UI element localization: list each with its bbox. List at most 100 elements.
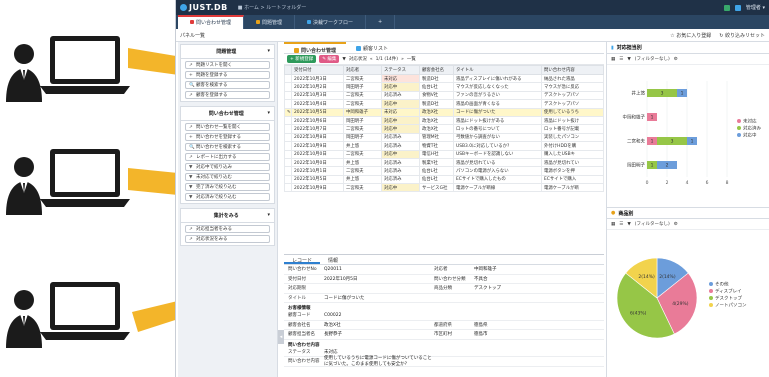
notification-icon[interactable] — [734, 4, 741, 11]
sidebar-button[interactable]: ↗ レポートに出力する — [185, 153, 270, 161]
field-value[interactable]: 徳島市 — [474, 331, 488, 337]
settings-icon[interactable]: ⚙ — [674, 222, 678, 227]
grid-icon[interactable]: ▦ — [611, 57, 615, 62]
table-cell: 液晶の画面が青くなる — [453, 99, 542, 109]
table-row[interactable]: 2022年10月7日 二宮和夫 対応中 政治X社 ロットの番号について ロット番号が記載 — [284, 124, 604, 134]
field-label: 顧客コード — [288, 313, 311, 319]
table-icon[interactable]: ☰ — [619, 222, 623, 227]
tab-issue[interactable]: 問題管理 — [244, 15, 296, 29]
field-value[interactable]: Q20011 — [324, 267, 434, 272]
legend-swatch — [709, 289, 713, 293]
sidebar-button[interactable]: ▼ 完了済みで絞り込む — [185, 183, 270, 191]
column-header[interactable]: 対応者 — [343, 65, 382, 75]
tab-inquiry-list[interactable]: 問い合わせ管理 — [284, 42, 347, 54]
edit-button[interactable]: ✎ 編集 — [319, 55, 340, 63]
table-row[interactable]: 2022年10月5日 井上悠 対応済み 仙台L社 ECサイトで購入したもの ECサイトで購… — [284, 174, 604, 185]
app-logo[interactable]: JUST.DB — [180, 3, 228, 12]
sidebar-button[interactable]: ▼ 対応中で絞り込み — [185, 163, 270, 171]
chart-filter-select[interactable]: (フィルターなし) — [635, 221, 670, 227]
table-row[interactable]: 2022年10月0日 井上悠 対応済み 製業Y社 液晶が見切れている 液晶が見切れてい — [284, 157, 604, 168]
prev-page-button[interactable]: « — [370, 57, 373, 62]
table-row[interactable]: 2022年10月2日 岡田明子 対応中 仙台L社 マウスが反応しなくなった マウスが急に反… — [284, 82, 604, 92]
chart-filter-select[interactable]: (フィルターなし) — [635, 56, 670, 62]
filter-icon[interactable]: ▼ — [627, 222, 630, 227]
table-cell: 2022年10月5日 — [291, 174, 344, 185]
filter-icon[interactable]: ▼ — [342, 57, 345, 62]
field-value[interactable]: 徳島県 — [474, 322, 488, 328]
column-header[interactable]: 受付日付 — [291, 65, 344, 75]
table-cell: 井上悠 — [343, 174, 382, 185]
table-cell: 2022年10月6日 — [291, 115, 344, 126]
field-value[interactable]: 2022年10月5日 — [324, 276, 434, 282]
status-filter-select[interactable]: 対応状況 — [349, 56, 367, 62]
field-value[interactable]: デスクトップ — [474, 285, 501, 291]
sidebar-button[interactable]: ▼ 未対応で絞り込む — [185, 173, 270, 181]
sidebar-button[interactable]: + 問い合わせを登録する — [185, 133, 270, 141]
sidebar-button[interactable]: ▼ 対応済みで絞り込む — [185, 193, 270, 201]
field-value[interactable]: 中岡和雄子 — [474, 266, 497, 272]
table-row[interactable]: 2022年10月9日 井上悠 対応済み 物資T社 USB3.0に対応しているか? 外付けH… — [284, 141, 604, 151]
sidebar-button[interactable]: ↗ 問題リストを開く — [185, 61, 270, 69]
add-tab-button[interactable]: + — [366, 15, 396, 29]
settings-icon[interactable]: ⚙ — [674, 57, 678, 62]
field-value[interactable]: 不具合 — [474, 276, 488, 282]
column-header[interactable]: タイトル — [453, 65, 542, 75]
column-header[interactable]: 顧客会社名 — [419, 65, 454, 75]
filter-icon[interactable]: ▼ — [627, 57, 630, 62]
field-value[interactable]: コードに傷がついた — [324, 295, 434, 301]
sidebar-button[interactable]: 🔍 問い合わせを検索する — [185, 143, 270, 151]
bar-value-label: 3 — [661, 91, 664, 97]
view-select[interactable]: 一覧 — [407, 56, 416, 62]
section-title: 集計をみる — [213, 213, 239, 219]
sidebar-button[interactable]: ↗ 問い合わせ一覧を開く — [185, 123, 270, 131]
table-cell: デスクトップパソ — [541, 99, 604, 109]
sidebar-button[interactable]: ↗ 対応状況をみる — [185, 235, 270, 243]
chevron-down-icon[interactable]: ▾ — [267, 48, 270, 55]
table-row[interactable]: 2022年10月0日 二宮和夫 対応中 電信H社 USBキーボードを認識しない 購入したU… — [284, 149, 604, 159]
table-row[interactable]: 2022年10月9日 二宮和夫 対応中 サービスG社 電源ケーブルが断線 電源ケーブルが断 — [284, 183, 604, 193]
table-row[interactable]: 2022年10月1日 二宮和夫 対応済み 仙台L社 パソコンの電源が入らない 電源ボタンを… — [284, 166, 604, 176]
help-icon[interactable] — [723, 4, 730, 11]
tab-record[interactable]: レコード — [284, 255, 321, 264]
tab-info[interactable]: 情報 — [320, 255, 346, 264]
sidebar-button[interactable]: 🔍 顧客を検索する — [185, 81, 270, 89]
chevron-down-icon[interactable]: ▾ — [267, 212, 270, 219]
table-row[interactable]: 2022年10月4日 二宮和夫 対応中 製造D社 液晶の画面が青くなる デスクトップパソ — [284, 99, 604, 109]
column-header[interactable]: ステータス — [381, 65, 420, 75]
field-value[interactable]: 長野恭子 — [324, 331, 434, 337]
chevron-down-icon[interactable]: ▾ — [267, 110, 270, 117]
tab-inquiry[interactable]: 問い合わせ管理 — [178, 15, 245, 29]
table-row[interactable]: 2022年10月8日 岡田明子 対応済み 管理M社 弓数値から調査がない 実装したパソコン — [284, 132, 604, 143]
grid-icon[interactable]: ▦ — [611, 222, 615, 227]
field-value[interactable]: 未対応 — [324, 349, 434, 355]
table-row[interactable]: 2022年10月6日 岡田明子 対応中 政治X社 液晶にドット抜けがある 液晶にドット抜け — [284, 115, 604, 126]
sidebar-button[interactable]: ↗ 対応担当者をみる — [185, 225, 270, 233]
panel-list-button[interactable]: パネル一覧 — [180, 32, 205, 39]
table-cell: 製造D社 — [419, 99, 454, 109]
table-row[interactable]: ✎ 2022年10月5日 中岡和雄子 未対応 政治X社 コードに傷がついた 使用しているうち — [284, 107, 604, 117]
user-menu[interactable]: 管理者 ▾ — [746, 4, 765, 11]
legend-label: 対応中 — [743, 132, 757, 139]
x-tick-label: 2 — [666, 180, 669, 186]
table-cell: 政治X社 — [419, 115, 454, 126]
bar-value-label: 1 — [651, 163, 654, 169]
column-header[interactable] — [284, 65, 292, 75]
table-icon[interactable]: ☰ — [619, 57, 623, 62]
tab-customer-list[interactable]: 顧客リスト — [346, 42, 398, 53]
table-row[interactable]: 2022年10月3日 二宮和夫 未対応 製造D社 液晶ディスプレイに傷いれがある 納品され… — [284, 73, 604, 84]
tab-workflow[interactable]: 決裁ワークフロー — [295, 15, 367, 29]
bar-value-label: 1 — [651, 139, 654, 145]
sidebar-button[interactable]: + 問題を登録する — [185, 71, 270, 79]
new-record-button[interactable]: + 新規登録 — [287, 55, 317, 63]
favorite-button[interactable]: ☆ お気に入り登録 — [670, 32, 711, 39]
field-value[interactable]: C00022 — [324, 313, 434, 318]
breadcrumb[interactable]: ■ ホーム > ルートフォルダー — [238, 4, 307, 11]
reset-filter-button[interactable]: ↻ 絞り込みリセット — [719, 32, 765, 39]
sidebar-button[interactable]: ↗ 顧客を登録する — [185, 91, 270, 99]
field-value[interactable]: 使用しているうちに電源コードに傷がついていることに気づいた。このまま使用しても安… — [324, 355, 434, 367]
next-page-button[interactable]: » — [401, 57, 404, 62]
column-header[interactable]: 問い合わせ内容 — [541, 65, 604, 75]
table-cell — [284, 132, 292, 143]
table-row[interactable]: 2022年10月3日 二宮和夫 対応済み 食物V社 ファンの音がうるさい デスクトップパソ — [284, 90, 604, 101]
field-value[interactable]: 政治X社 — [324, 322, 434, 328]
